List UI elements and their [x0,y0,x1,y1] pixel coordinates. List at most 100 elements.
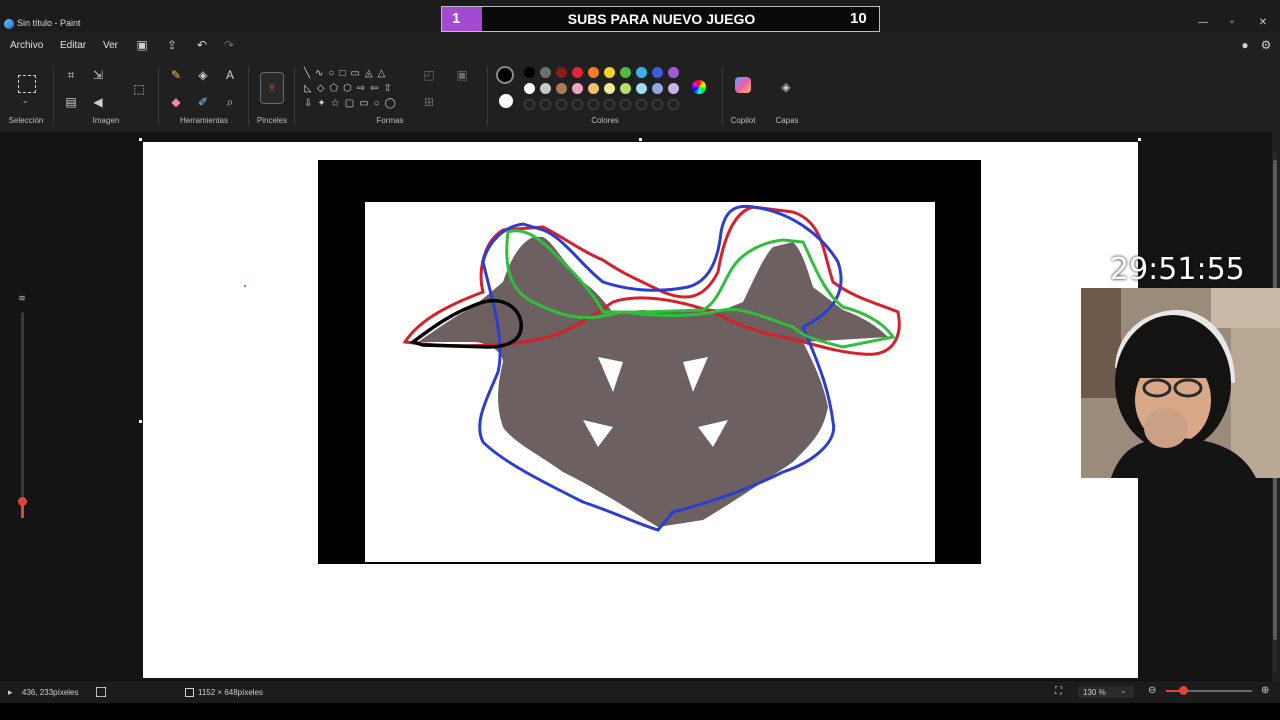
color-swatch[interactable] [652,67,663,78]
crop-icon[interactable]: ⌗ [62,66,80,84]
color-swatch[interactable] [588,83,599,94]
resize-handle[interactable] [1138,138,1141,141]
copilot-icon[interactable] [735,77,751,93]
close-button[interactable]: ✕ [1253,16,1273,30]
drawing-canvas[interactable] [143,142,1138,678]
save-icon[interactable]: ▣ [135,38,149,52]
selection-rectangle-icon[interactable] [18,75,36,93]
divider [487,66,488,126]
empty-color-slot[interactable] [540,99,551,110]
empty-color-slot[interactable] [620,99,631,110]
color-picker-icon[interactable]: ✐ [194,93,212,111]
primary-color-swatch[interactable] [496,66,514,84]
empty-color-slot[interactable] [668,99,679,110]
edit-colors-icon[interactable] [692,80,706,94]
group-label-herramientas: Herramientas [179,116,228,125]
resize-icon[interactable]: ⇲ [89,66,107,84]
stream-timer: 29:51:55 [1110,252,1245,287]
layers-icon[interactable]: ◈ [777,78,795,96]
window-title: Sin título - Paint [17,18,81,28]
divider [294,66,295,126]
color-swatch[interactable] [668,67,679,78]
color-swatch[interactable] [668,83,679,94]
group-label-pinceles: Pinceles [256,116,288,125]
group-label-copilot: Copilot [730,116,756,125]
brush-size-knob[interactable] [18,497,27,506]
resize-handle[interactable] [139,420,142,423]
empty-color-slot[interactable] [556,99,567,110]
cursor-position: 436, 233píxeles [22,688,79,697]
color-swatch[interactable] [540,83,551,94]
canvas-size: 1152 × 648píxeles [198,688,264,697]
color-swatch[interactable] [636,67,647,78]
color-swatch[interactable] [572,83,583,94]
undo-icon[interactable]: ↶ [195,38,209,52]
resize-handle[interactable] [639,138,642,141]
minimize-button[interactable]: — [1193,16,1213,30]
secondary-color-swatch[interactable] [499,94,513,108]
group-label-seleccion: Selección [8,116,44,125]
slider-icon: ≋ [18,293,26,303]
fit-to-window-icon[interactable]: ⛶ [1055,686,1062,697]
outline-icon[interactable]: ◰ [420,66,438,84]
color-swatch[interactable] [652,83,663,94]
empty-color-slot[interactable] [652,99,663,110]
redo-icon[interactable]: ↷ [222,38,236,52]
empty-color-slot[interactable] [524,99,535,110]
text-icon[interactable]: A [221,66,239,84]
subs-goal-text: SUBS PARA NUEVO JUEGO [567,11,756,27]
magnifier-icon[interactable]: ⌕ [221,93,239,111]
shape-options-icon[interactable]: ⊞ [420,93,438,111]
stray-mark [243,284,247,288]
color-swatch[interactable] [620,67,631,78]
color-swatch[interactable] [636,83,647,94]
color-swatch[interactable] [540,67,551,78]
group-label-imagen: Imagen [92,116,120,125]
divider [158,66,159,126]
chevron-down-icon[interactable]: ⌄ [1120,686,1127,695]
color-swatch[interactable] [620,83,631,94]
fill-bucket-icon[interactable]: ◈ [194,66,212,84]
color-swatch[interactable] [556,83,567,94]
empty-color-slot[interactable] [636,99,647,110]
empty-color-slot[interactable] [588,99,599,110]
account-icon[interactable]: ● [1238,38,1252,52]
paint-app-icon [4,19,14,29]
fill-icon[interactable]: ▣ [453,66,471,84]
webcam-overlay [1081,288,1280,478]
empty-color-slot[interactable] [572,99,583,110]
brush-size-slider[interactable] [21,312,24,518]
color-swatch[interactable] [572,67,583,78]
zoom-in-icon[interactable]: ⊕ [1261,685,1269,696]
maximize-button[interactable]: ▫ [1222,16,1242,30]
pencil-icon[interactable]: ✎ [167,66,185,84]
divider [722,66,723,126]
settings-gear-icon[interactable]: ⚙ [1259,38,1273,52]
brush-icon[interactable]: ♆ [260,72,284,104]
color-swatch[interactable] [524,83,535,94]
share-icon[interactable]: ⇪ [165,38,179,52]
chevron-down-icon[interactable]: ⌄ [22,96,29,105]
background-removal-icon[interactable]: ⬚ [130,80,148,98]
rotate-icon[interactable]: ◀ [89,93,107,111]
divider [248,66,249,126]
subs-goal-banner: 1 SUBS PARA NUEVO JUEGO 10 [441,6,880,32]
resize-handle[interactable] [139,138,142,141]
zoom-out-icon[interactable]: ⊖ [1148,685,1156,696]
image-icon[interactable]: ▤ [62,93,80,111]
shapes-gallery[interactable]: ╲∿○□▭◬△ ◺◇⬠⬡⇨⇦⇧ ⇩✦☆▢▭○◯ [304,66,408,114]
color-swatch[interactable] [604,67,615,78]
subs-goal-target: 10 [850,10,867,27]
menu-archivo[interactable]: Archivo [10,40,43,51]
empty-color-slot[interactable] [604,99,615,110]
zoom-slider-knob[interactable] [1179,686,1188,695]
color-swatch[interactable] [604,83,615,94]
eraser-icon[interactable]: ◆ [167,93,185,111]
divider [53,66,54,126]
menu-ver[interactable]: Ver [103,40,118,51]
menu-editar[interactable]: Editar [60,40,86,51]
color-swatch[interactable] [556,67,567,78]
group-label-colores: Colores [591,116,619,125]
color-swatch[interactable] [524,67,535,78]
color-swatch[interactable] [588,67,599,78]
